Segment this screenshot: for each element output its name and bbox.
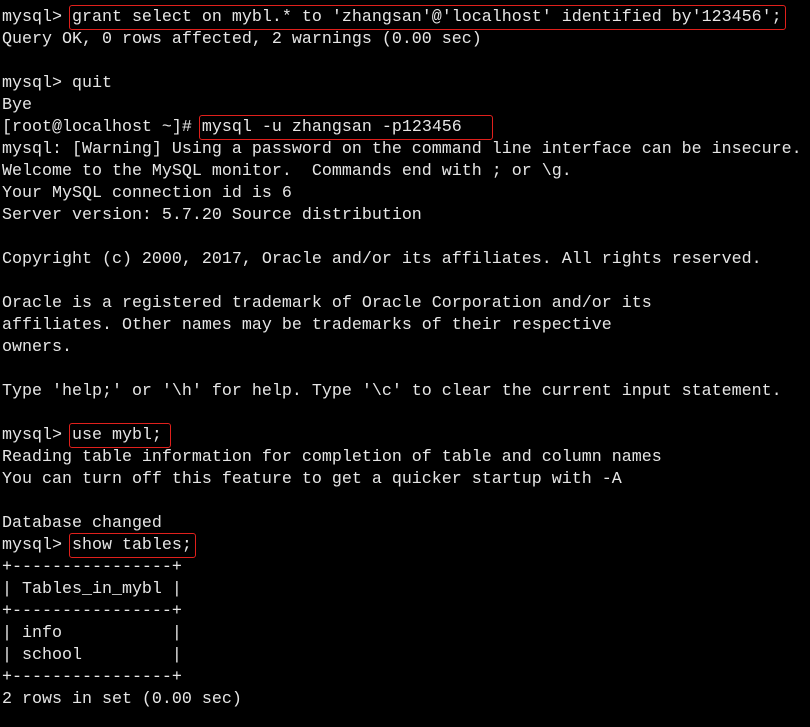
output-text: owners. xyxy=(2,338,72,357)
output-text: Your MySQL connection id is 6 xyxy=(2,184,292,203)
output-text: +----------------+ xyxy=(2,602,182,621)
output-line: mysql: [Warning] Using a password on the… xyxy=(2,139,802,161)
command-text: quit xyxy=(71,74,112,93)
output-text: Database changed xyxy=(2,514,162,533)
output-text: +----------------+ xyxy=(2,558,182,577)
highlighted-command: mysql -u zhangsan -p123456 xyxy=(198,115,493,140)
output-line: owners. xyxy=(2,337,802,359)
output-text: mysql: [Warning] Using a password on the… xyxy=(2,140,802,159)
output-text: You can turn off this feature to get a q… xyxy=(2,470,622,489)
output-line: Bye xyxy=(2,95,802,117)
output-line: Reading table information for completion… xyxy=(2,447,802,469)
output-line: | school | xyxy=(2,645,802,667)
command-line: mysql> grant select on mybl.* to 'zhangs… xyxy=(2,5,802,30)
output-text: Copyright (c) 2000, 2017, Oracle and/or … xyxy=(2,250,762,269)
output-line: Type 'help;' or '\h' for help. Type '\c'… xyxy=(2,381,802,403)
output-text: Type 'help;' or '\h' for help. Type '\c'… xyxy=(2,382,782,401)
output-text: | Tables_in_mybl | xyxy=(2,580,182,599)
terminal-output[interactable]: mysql> grant select on mybl.* to 'zhangs… xyxy=(2,5,802,711)
command-line: mysql> use mybl; xyxy=(2,423,802,448)
output-text: affiliates. Other names may be trademark… xyxy=(2,316,612,335)
output-line: You can turn off this feature to get a q… xyxy=(2,469,802,491)
command-line: [root@localhost ~]# mysql -u zhangsan -p… xyxy=(2,115,802,140)
highlighted-command: grant select on mybl.* to 'zhangsan'@'lo… xyxy=(68,5,786,30)
output-line: Oracle is a registered trademark of Orac… xyxy=(2,293,802,315)
command-line: mysql> quit xyxy=(2,73,802,95)
output-line: Welcome to the MySQL monitor. Commands e… xyxy=(2,161,802,183)
output-line: Copyright (c) 2000, 2017, Oracle and/or … xyxy=(2,249,802,271)
highlighted-command: use mybl; xyxy=(68,423,171,448)
output-text: Oracle is a registered trademark of Orac… xyxy=(2,294,652,313)
shell-prompt: mysql> xyxy=(2,536,72,555)
shell-prompt: mysql> xyxy=(2,8,72,27)
output-line: Database changed xyxy=(2,513,802,535)
highlighted-command: show tables; xyxy=(68,533,196,558)
output-line: +----------------+ xyxy=(2,557,802,579)
shell-prompt: mysql> xyxy=(2,426,72,445)
output-text: Reading table information for completion… xyxy=(2,448,662,467)
output-line: | Tables_in_mybl | xyxy=(2,579,802,601)
output-text: 2 rows in set (0.00 sec) xyxy=(2,690,242,709)
output-line: Server version: 5.7.20 Source distributi… xyxy=(2,205,802,227)
shell-prompt: [root@localhost ~]# xyxy=(2,118,202,137)
output-line: +----------------+ xyxy=(2,667,802,689)
output-text: Welcome to the MySQL monitor. Commands e… xyxy=(2,162,572,181)
output-line: Query OK, 0 rows affected, 2 warnings (0… xyxy=(2,29,802,51)
output-text: | info | xyxy=(2,624,182,643)
output-line: affiliates. Other names may be trademark… xyxy=(2,315,802,337)
output-text: | school | xyxy=(2,646,182,665)
command-line: mysql> show tables; xyxy=(2,533,802,558)
output-line: Your MySQL connection id is 6 xyxy=(2,183,802,205)
output-text: +----------------+ xyxy=(2,668,182,687)
output-text: Bye xyxy=(2,96,32,115)
output-text: Query OK, 0 rows affected, 2 warnings (0… xyxy=(2,30,482,49)
shell-prompt: mysql> xyxy=(2,74,72,93)
output-line: 2 rows in set (0.00 sec) xyxy=(2,689,802,711)
output-text: Server version: 5.7.20 Source distributi… xyxy=(2,206,422,225)
output-line: +----------------+ xyxy=(2,601,802,623)
output-line: | info | xyxy=(2,623,802,645)
